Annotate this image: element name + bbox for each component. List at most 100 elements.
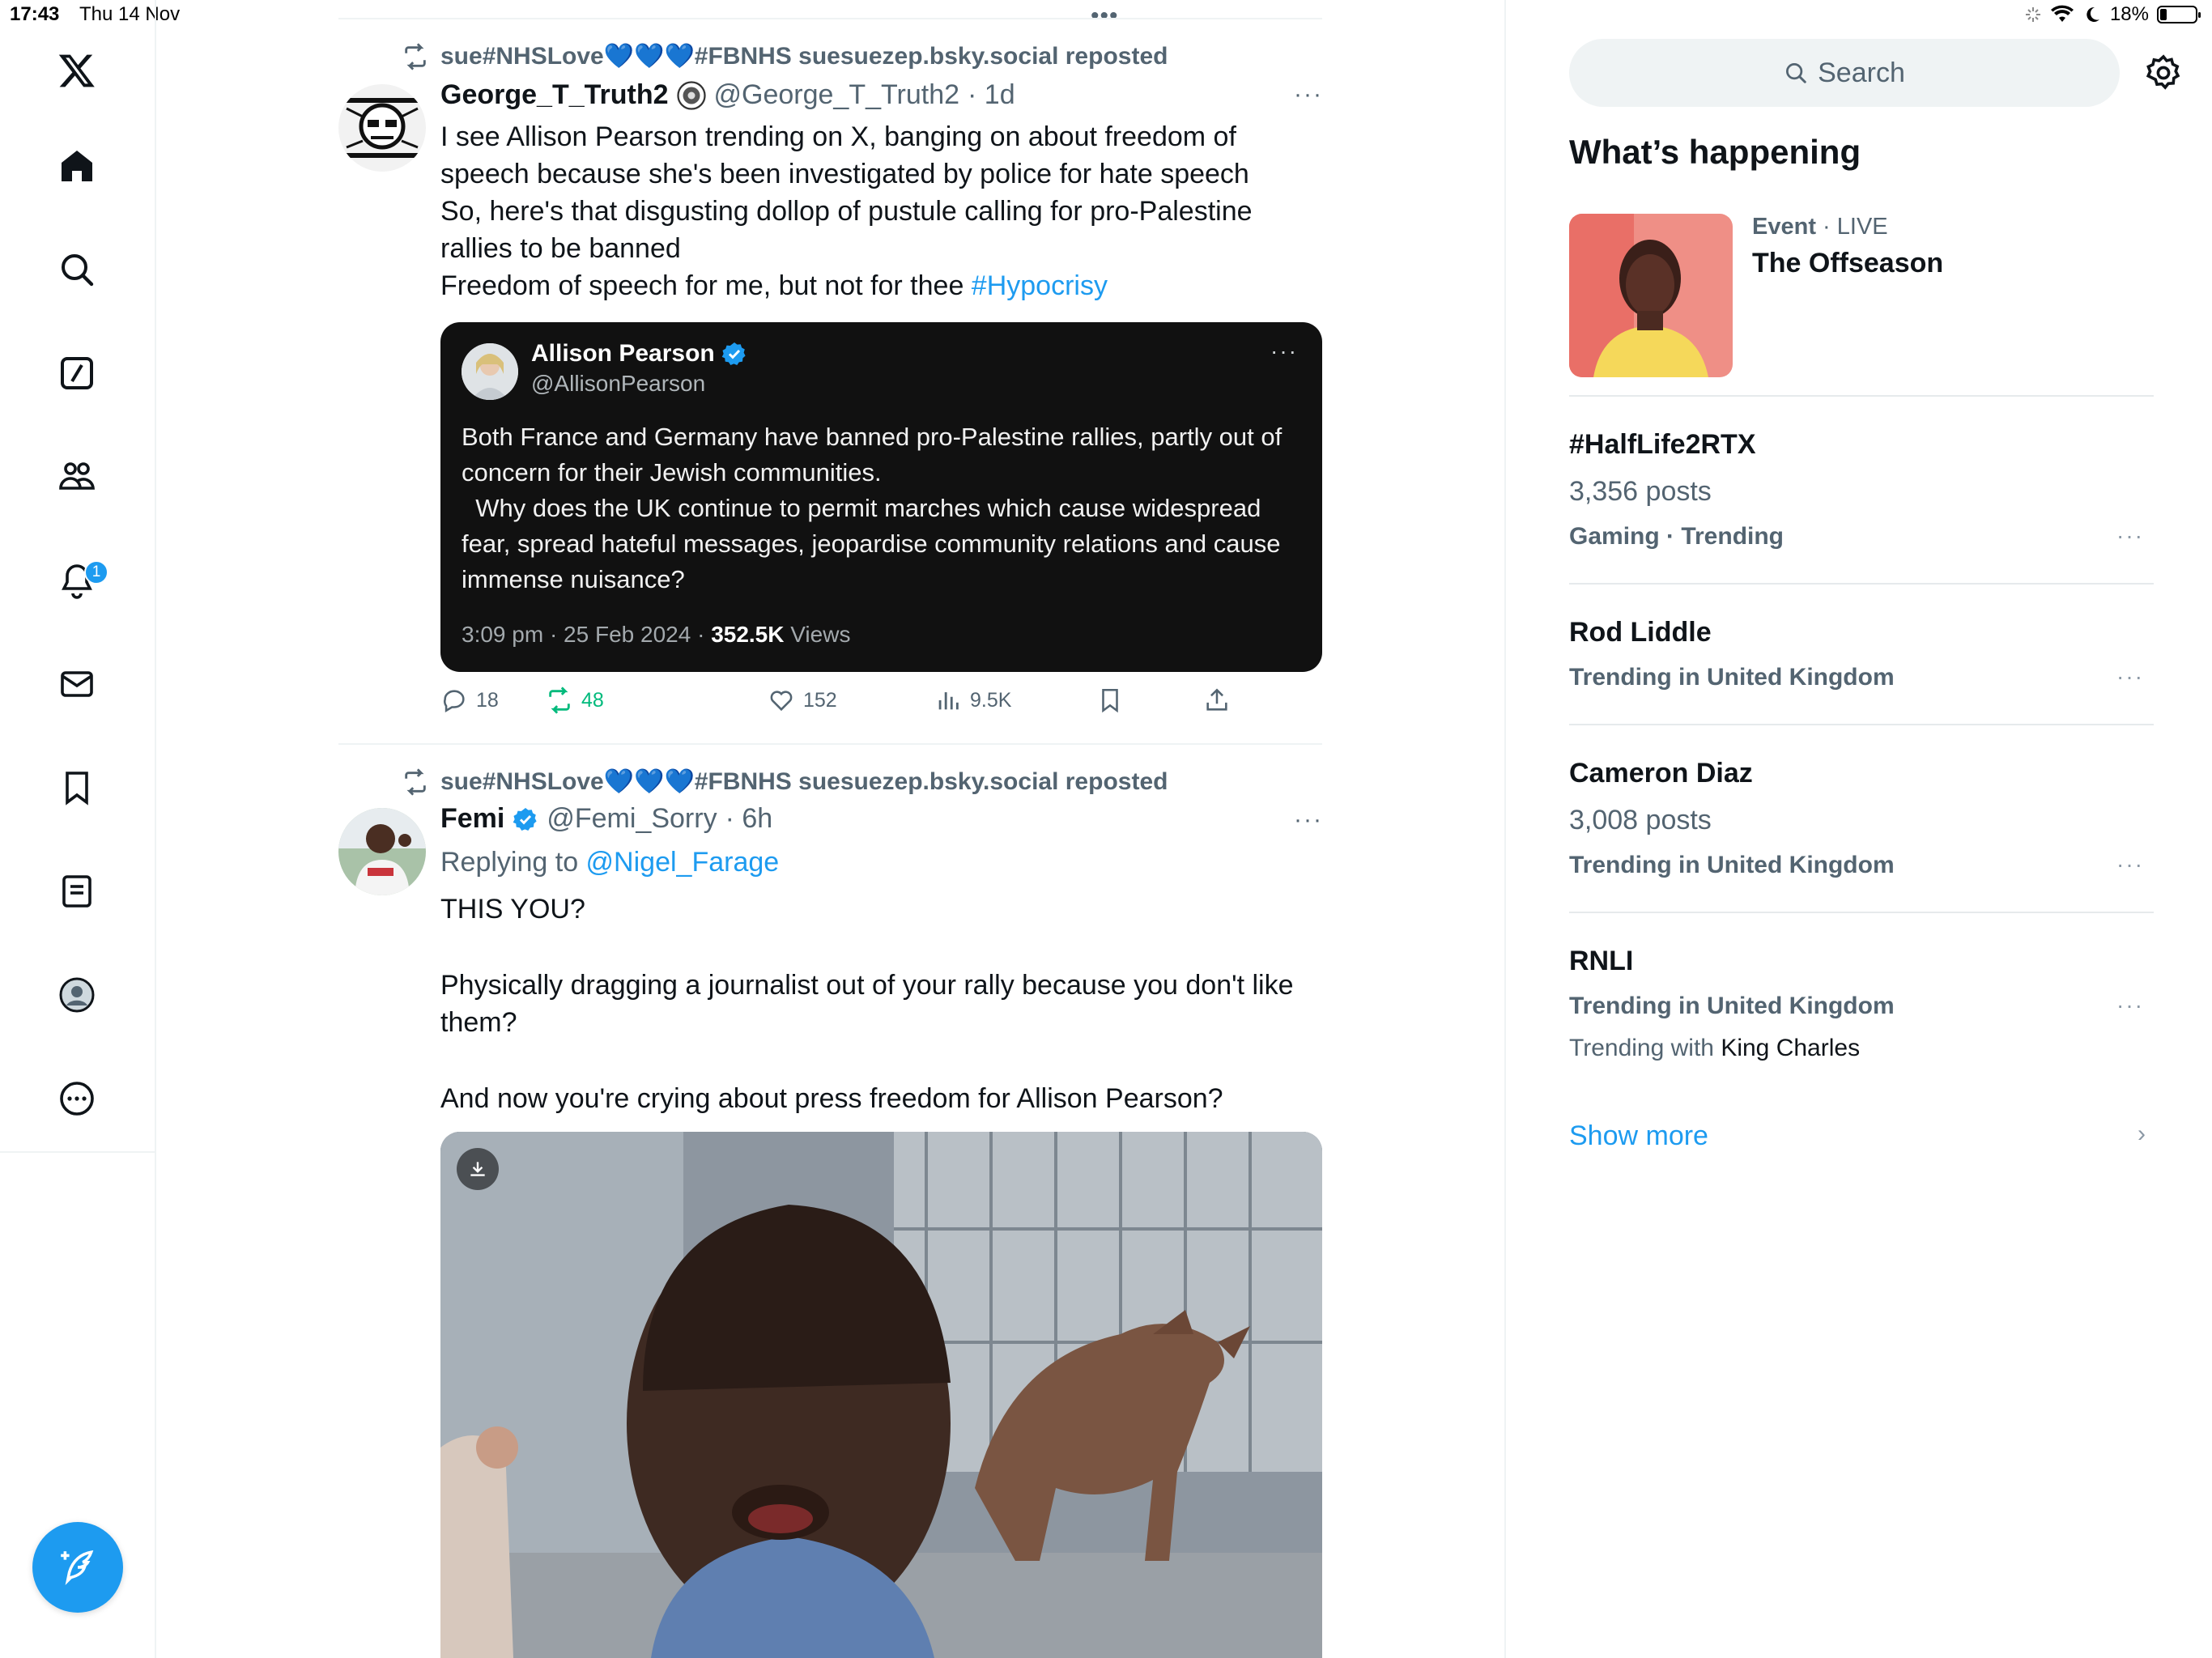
trend-name[interactable]: RNLI	[1569, 946, 1633, 977]
tweet-more-button[interactable]: ···	[1294, 81, 1323, 108]
event-title[interactable]: The Offseason	[1752, 248, 1943, 279]
tweet-text-line: speech because she's been investigated b…	[440, 159, 1249, 189]
trend-more-button[interactable]: ···	[2116, 993, 2144, 1018]
author-handle[interactable]: @Femi_Sorry	[547, 803, 717, 835]
search-icon	[1786, 63, 1806, 83]
search-input[interactable]: Search	[1569, 39, 2120, 107]
author-name[interactable]: George_T_Truth2	[440, 79, 669, 111]
video-frame	[440, 1132, 1322, 1658]
tweet-text: And now you're crying about press freedo…	[440, 1083, 1223, 1114]
communities-icon[interactable]	[53, 453, 100, 500]
quote-author-name: Allison Pearson	[531, 340, 715, 367]
whats-happening-title: What’s happening	[1569, 133, 1861, 171]
quote-tweet[interactable]: Allison Pearson @AllisonPearson ··· Both…	[440, 322, 1322, 672]
trend-more-button[interactable]: ···	[2116, 664, 2144, 690]
wifi-icon	[2050, 5, 2074, 22]
drag-indicator[interactable]: •••	[1091, 4, 1119, 28]
tweet-text: I see Allison Pearson trending on X, ban…	[440, 118, 1323, 304]
left-nav: 1	[0, 0, 156, 1153]
view-count: 9.5K	[970, 688, 1012, 712]
tweet-text-last: Freedom of speech for me, but not for th…	[440, 270, 972, 301]
hashtag-link[interactable]: #Hypocrisy	[972, 270, 1108, 301]
trend-related-name[interactable]: King Charles	[1721, 1035, 1860, 1061]
retweet-icon	[405, 767, 426, 796]
affiliate-badge-icon	[676, 80, 706, 110]
quote-more-button[interactable]: ···	[1270, 338, 1298, 364]
author-handle[interactable]: @George_T_Truth2	[714, 79, 960, 111]
quote-timestamp: 3:09 pm · 25 Feb 2024 ·	[462, 622, 712, 647]
repost-indicator[interactable]: sue#NHSLove💙💙💙#FBNHS suesuezep.bsky.soci…	[402, 767, 1168, 796]
trend-name[interactable]: Cameron Diaz	[1569, 758, 1753, 789]
tweet-text: THIS YOU?	[440, 894, 585, 925]
heart-icon	[770, 691, 793, 712]
repost-label: sue#NHSLove💙💙💙#FBNHS suesuezep.bsky.soci…	[440, 768, 1168, 795]
event-live-label: · LIVE	[1815, 214, 1888, 240]
trend-related: Trending with King Charles	[1569, 1035, 1860, 1062]
trend-divider	[1569, 583, 2154, 585]
mention-link[interactable]: @Nigel_Farage	[586, 847, 780, 878]
compose-button[interactable]	[32, 1522, 123, 1613]
quote-meta: 3:09 pm · 25 Feb 2024 · 352.5K Views	[462, 622, 850, 648]
trend-context: Trending in United Kingdom	[1569, 993, 1895, 1019]
notification-badge: 1	[84, 560, 108, 585]
tweet-time[interactable]: · 1d	[968, 79, 1015, 111]
tweet-text-line: Freedom of speech for me, but not for th…	[440, 267, 1323, 304]
show-more-link[interactable]: Show more	[1569, 1120, 1708, 1152]
tweet-text-line: I see Allison Pearson trending on X, ban…	[440, 121, 1236, 152]
tweet-divider	[338, 743, 1322, 745]
messages-icon[interactable]	[53, 661, 100, 708]
profile-icon[interactable]	[53, 971, 100, 1018]
avatar[interactable]	[338, 808, 426, 895]
event-category-label: Event	[1752, 214, 1816, 240]
repost-indicator[interactable]: sue#NHSLove💙💙💙#FBNHS suesuezep.bsky.soci…	[402, 42, 1168, 70]
tweet-text-line: So, here's that disgusting dollop of pus…	[440, 196, 1253, 227]
author-name[interactable]: Femi	[440, 803, 504, 835]
trend-more-button[interactable]: ···	[2116, 523, 2144, 549]
trend-name[interactable]: #HalfLife2RTX	[1569, 429, 1756, 461]
status-right: 18%	[2024, 3, 2201, 26]
notifications-icon[interactable]: 1	[53, 557, 108, 604]
repost-label: sue#NHSLove💙💙💙#FBNHS suesuezep.bsky.soci…	[440, 43, 1168, 70]
timeline-top-divider	[338, 18, 1322, 19]
right-column-divider	[1504, 0, 1506, 1658]
event-image[interactable]	[1569, 214, 1733, 377]
trend-name[interactable]: Rod Liddle	[1569, 617, 1712, 648]
x-logo-icon[interactable]	[53, 47, 100, 94]
explore-icon[interactable]	[53, 246, 100, 293]
retweet-icon	[405, 42, 426, 70]
views-button[interactable]: 9.5K	[934, 687, 1011, 714]
replying-to: Replying to @Nigel_Farage	[440, 844, 1323, 881]
reply-icon	[444, 690, 465, 713]
more-icon[interactable]	[53, 1075, 100, 1122]
home-icon[interactable]	[53, 142, 100, 189]
repost-count: 48	[581, 688, 604, 712]
repost-button[interactable]: 48	[546, 687, 604, 714]
battery-icon	[2157, 6, 2201, 23]
share-button[interactable]	[1203, 687, 1231, 714]
bookmarks-icon[interactable]	[53, 764, 100, 811]
tweet-more-button[interactable]: ···	[1294, 806, 1323, 834]
reply-count: 18	[476, 688, 499, 712]
avatar[interactable]	[338, 84, 426, 172]
verified-badge-icon	[721, 342, 746, 365]
battery-fill	[2160, 9, 2167, 20]
settings-gear-icon[interactable]	[2144, 53, 2183, 92]
trend-context: Trending in United Kingdom	[1569, 852, 1895, 878]
quote-author-handle: @AllisonPearson	[531, 371, 706, 396]
reply-button[interactable]: 18	[440, 687, 499, 714]
tweet-text-line: rallies to be banned	[440, 233, 681, 264]
like-button[interactable]: 152	[768, 687, 837, 714]
trend-divider	[1569, 395, 2154, 397]
bookmark-button[interactable]	[1096, 687, 1124, 714]
tweet-video[interactable]	[440, 1132, 1322, 1658]
lists-icon[interactable]	[53, 868, 100, 915]
views-chart-icon	[938, 692, 959, 710]
quote-author: Allison Pearson	[531, 340, 747, 368]
event-category: Event · LIVE	[1752, 214, 1888, 240]
activity-icon	[2025, 7, 2040, 22]
trend-posts: 3,008 posts	[1569, 805, 1712, 835]
trend-more-button[interactable]: ···	[2116, 852, 2144, 878]
grok-icon[interactable]	[53, 350, 100, 397]
tweet-time[interactable]: · 6h	[725, 803, 773, 835]
download-button[interactable]	[457, 1148, 499, 1190]
